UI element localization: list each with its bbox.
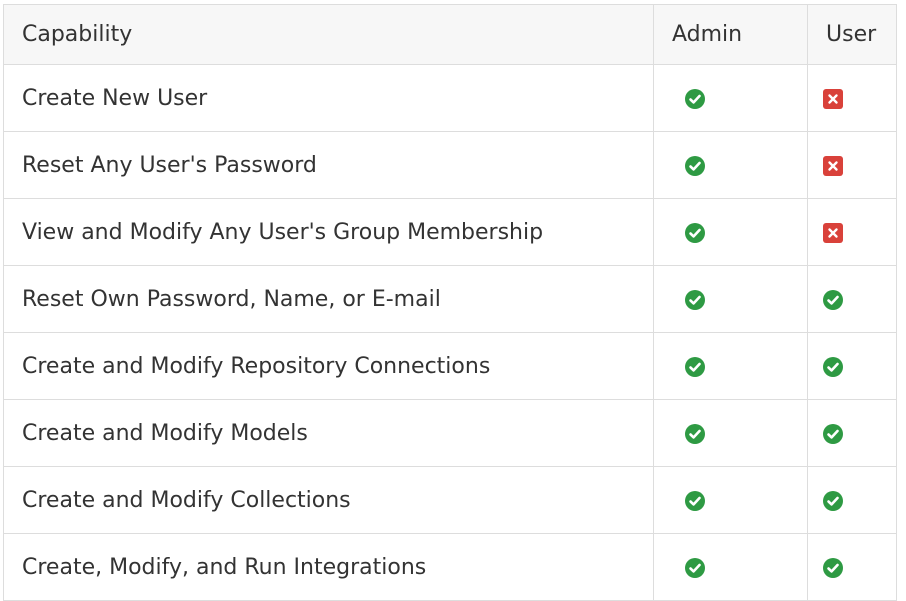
user-permission-cell (807, 131, 897, 199)
user-permission-cell (807, 399, 897, 467)
check-circle-icon (822, 490, 844, 512)
capability-cell: Create, Modify, and Run Integrations (3, 533, 654, 601)
x-square-icon (822, 88, 844, 110)
admin-permission-cell (653, 533, 808, 601)
table-header: Capability Admin User (3, 4, 897, 65)
user-column-header: User (807, 4, 897, 65)
capability-cell: View and Modify Any User's Group Members… (3, 198, 654, 266)
capability-cell: Reset Own Password, Name, or E-mail (3, 265, 654, 333)
check-circle-icon (822, 356, 844, 378)
check-circle-icon (822, 557, 844, 579)
capabilities-table-container: Capability Admin User Create New User Res… (3, 4, 897, 601)
check-circle-icon (684, 155, 706, 177)
table-row: Create, Modify, and Run Integrations (3, 533, 897, 601)
capability-cell: Reset Any User's Password (3, 131, 654, 199)
check-circle-icon (684, 557, 706, 579)
table-row: Reset Any User's Password (3, 131, 897, 199)
user-permission-cell (807, 265, 897, 333)
user-permission-cell (807, 64, 897, 132)
check-circle-icon (684, 490, 706, 512)
capabilities-table: Capability Admin User Create New User Res… (3, 4, 897, 601)
admin-permission-cell (653, 265, 808, 333)
admin-permission-cell (653, 332, 808, 400)
x-square-icon (822, 155, 844, 177)
capability-cell: Create New User (3, 64, 654, 132)
admin-permission-cell (653, 466, 808, 534)
check-circle-icon (684, 289, 706, 311)
admin-permission-cell (653, 399, 808, 467)
capability-cell: Create and Modify Repository Connections (3, 332, 654, 400)
capability-cell: Create and Modify Models (3, 399, 654, 467)
admin-permission-cell (653, 198, 808, 266)
table-row: Create and Modify Collections (3, 466, 897, 534)
check-circle-icon (684, 222, 706, 244)
x-square-icon (822, 222, 844, 244)
table-row: View and Modify Any User's Group Members… (3, 198, 897, 266)
table-row: Reset Own Password, Name, or E-mail (3, 265, 897, 333)
table-row: Create and Modify Repository Connections (3, 332, 897, 400)
capability-column-header: Capability (3, 4, 654, 65)
table-row: Create and Modify Models (3, 399, 897, 467)
check-circle-icon (822, 423, 844, 445)
user-permission-cell (807, 332, 897, 400)
check-circle-icon (822, 289, 844, 311)
user-permission-cell (807, 533, 897, 601)
check-circle-icon (684, 423, 706, 445)
check-circle-icon (684, 356, 706, 378)
user-permission-cell (807, 198, 897, 266)
admin-permission-cell (653, 64, 808, 132)
user-permission-cell (807, 466, 897, 534)
table-body: Create New User Reset Any User's Password… (3, 64, 897, 601)
admin-permission-cell (653, 131, 808, 199)
admin-column-header: Admin (653, 4, 808, 65)
capability-cell: Create and Modify Collections (3, 466, 654, 534)
header-row: Capability Admin User (3, 4, 897, 65)
check-circle-icon (684, 88, 706, 110)
table-row: Create New User (3, 64, 897, 132)
